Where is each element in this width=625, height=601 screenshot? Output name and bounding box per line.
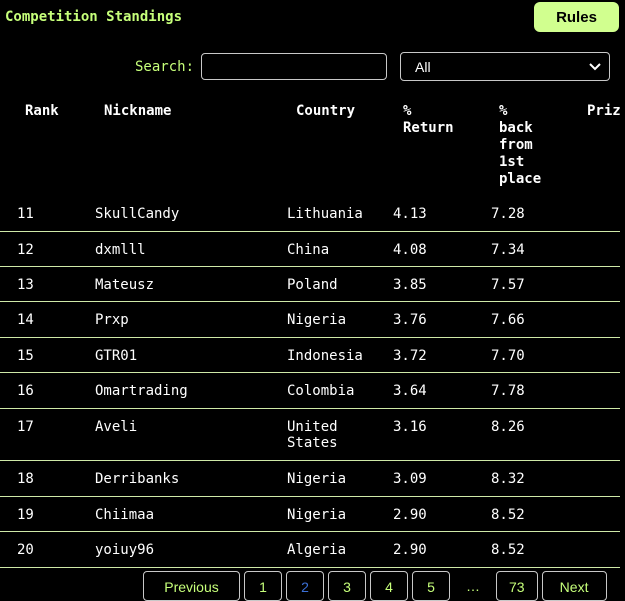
cell-rank: 16: [17, 383, 34, 399]
cell-return: 3.72: [393, 348, 427, 364]
cell-rank: 14: [17, 312, 34, 328]
cell-nickname: SkullCandy: [95, 206, 180, 222]
cell-country: Colombia: [287, 383, 355, 399]
page-title: Competition Standings: [5, 9, 183, 25]
cell-back: 7.28: [491, 206, 525, 222]
search-input[interactable]: [201, 53, 387, 80]
cell-back: 8.52: [491, 542, 525, 558]
cell-country: Indonesia: [287, 348, 363, 364]
cell-nickname: Prxp: [95, 312, 129, 328]
table-row: 16 Omartrading Colombia 3.64 7.78: [0, 373, 620, 409]
cell-return: 2.90: [393, 507, 427, 523]
cell-nickname: Omartrading: [95, 383, 188, 399]
cell-country: Nigeria: [287, 507, 347, 523]
table-row: 11 SkullCandy Lithuania 4.13 7.28: [0, 196, 620, 232]
cell-country: Nigeria: [287, 471, 347, 487]
column-header-country[interactable]: Country: [296, 103, 355, 120]
cell-return: 4.13: [393, 206, 427, 222]
page-button-1[interactable]: 1: [244, 571, 282, 601]
column-header-rank[interactable]: Rank: [25, 103, 59, 120]
chevron-down-icon: [585, 60, 605, 74]
cell-rank: 19: [17, 507, 34, 523]
cell-back: 7.66: [491, 312, 525, 328]
cell-country: Poland: [287, 277, 338, 293]
table-row: 14 Prxp Nigeria 3.76 7.66: [0, 302, 620, 338]
pagination: Previous 1 2 3 4 5 … 73 Next: [143, 571, 607, 601]
filter-selected-value: All: [415, 58, 431, 75]
column-header-prize[interactable]: Priz: [587, 103, 621, 120]
cell-return: 3.16: [393, 419, 427, 435]
cell-return: 2.90: [393, 542, 427, 558]
table-row: 18 Derribanks Nigeria 3.09 8.32: [0, 461, 620, 497]
column-header-nickname[interactable]: Nickname: [104, 103, 171, 120]
cell-back: 7.57: [491, 277, 525, 293]
country-filter-select[interactable]: All: [400, 52, 610, 81]
cell-return: 3.85: [393, 277, 427, 293]
table-row: 12 dxmlll China 4.08 7.34: [0, 232, 620, 267]
cell-return: 3.64: [393, 383, 427, 399]
cell-country: United States: [287, 419, 338, 451]
cell-rank: 13: [17, 277, 34, 293]
previous-page-button[interactable]: Previous: [143, 571, 240, 601]
cell-back: 7.70: [491, 348, 525, 364]
column-header-back-from-first[interactable]: % back from 1st place: [499, 103, 549, 188]
cell-back: 8.32: [491, 471, 525, 487]
table-row: 13 Mateusz Poland 3.85 7.57: [0, 267, 620, 302]
table-row: 19 Chiimaa Nigeria 2.90 8.52: [0, 497, 620, 532]
cell-return: 3.09: [393, 471, 427, 487]
rules-button[interactable]: Rules: [534, 2, 619, 32]
cell-rank: 20: [17, 542, 34, 558]
page-button-2[interactable]: 2: [286, 571, 324, 601]
cell-nickname: Mateusz: [95, 277, 155, 293]
cell-rank: 17: [17, 419, 34, 435]
cell-country: Lithuania: [287, 206, 363, 222]
cell-country: Nigeria: [287, 312, 347, 328]
cell-rank: 12: [17, 242, 34, 258]
cell-nickname: Derribanks: [95, 471, 180, 487]
cell-rank: 11: [17, 206, 34, 222]
page-button-3[interactable]: 3: [328, 571, 366, 601]
cell-nickname: GTR01: [95, 348, 138, 364]
page-button-last[interactable]: 73: [496, 571, 538, 601]
page-button-4[interactable]: 4: [370, 571, 408, 601]
cell-back: 8.26: [491, 419, 525, 435]
cell-country: China: [287, 242, 330, 258]
cell-rank: 18: [17, 471, 34, 487]
cell-back: 8.52: [491, 507, 525, 523]
cell-nickname: Aveli: [95, 419, 138, 435]
standings-table-body: 11 SkullCandy Lithuania 4.13 7.28 12 dxm…: [0, 196, 625, 568]
table-row: 20 yoiuy96 Algeria 2.90 8.52: [0, 532, 620, 568]
column-header-return[interactable]: % Return: [403, 103, 463, 137]
cell-nickname: yoiuy96: [95, 542, 155, 558]
page-button-5[interactable]: 5: [412, 571, 450, 601]
cell-back: 7.34: [491, 242, 525, 258]
next-page-button[interactable]: Next: [541, 571, 607, 601]
pagination-ellipsis: …: [454, 571, 492, 601]
cell-back: 7.78: [491, 383, 525, 399]
cell-nickname: dxmlll: [95, 242, 146, 258]
search-label: Search:: [135, 59, 195, 75]
cell-return: 3.76: [393, 312, 427, 328]
table-row: 15 GTR01 Indonesia 3.72 7.70: [0, 338, 620, 373]
table-row: 17 Aveli United States 3.16 8.26: [0, 409, 620, 461]
cell-country: Algeria: [287, 542, 347, 558]
cell-return: 4.08: [393, 242, 427, 258]
cell-rank: 15: [17, 348, 34, 364]
cell-nickname: Chiimaa: [95, 507, 155, 523]
